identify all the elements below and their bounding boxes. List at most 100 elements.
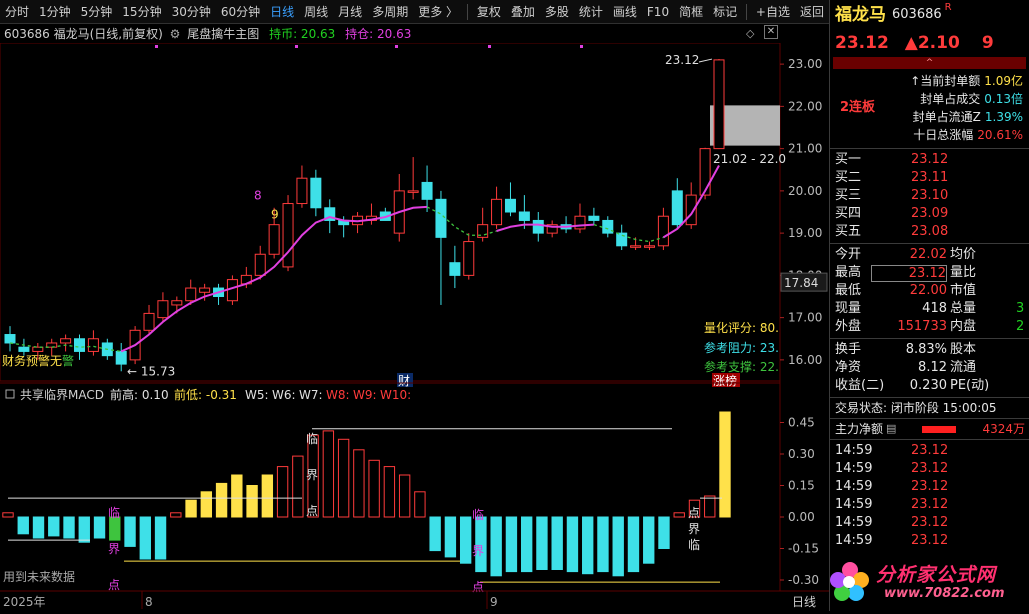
toolbar-btn-12[interactable]: 叠加 [506, 0, 540, 24]
sub-field: W7: [299, 388, 323, 402]
toolbar-btn-15[interactable]: 画线 [608, 0, 642, 24]
stat2-value: 8.12 [918, 360, 947, 375]
macd-bar [505, 516, 518, 573]
toolbar-btn-17[interactable]: 简框 [674, 0, 708, 24]
macd-bar [124, 516, 136, 547]
candle-body [532, 219, 544, 234]
toolbar-btn-2[interactable]: 5分钟 [76, 0, 118, 24]
close-icon[interactable]: ✕ [764, 25, 778, 39]
macd-bar [32, 516, 45, 539]
macd-bar [551, 516, 563, 570]
toolbar-btn-9[interactable]: 多周期 [367, 0, 413, 24]
count-label-8: 8 [254, 188, 262, 202]
collapse-bar[interactable]: ^ [833, 57, 1026, 69]
main-flow-bar [922, 425, 957, 433]
hold-pos-label: 持仓: 20.63 [345, 27, 412, 41]
bid-row: 买四 23.09 [830, 205, 1029, 223]
warning-label: 财务预警 [2, 353, 50, 368]
stock-title: 603686 福龙马(日线,前复权) [4, 27, 163, 41]
tick-time: 14:59 [835, 515, 873, 530]
sub-field: 前低: -0.31 [174, 387, 237, 402]
toolbar-btn-11[interactable]: 复权 [472, 0, 506, 24]
toolbar-btn-19[interactable]: +自选 [751, 0, 795, 24]
stat-value: 151733 [897, 319, 947, 334]
macd-bar [78, 516, 90, 543]
period-toolbar: 分时 1分钟 5分钟 15分钟 30分钟 60分钟 日线 周线 月线 多周期 更多 〉复权 叠加 多股统… [0, 0, 829, 24]
toolbar-btn-10[interactable]: 更多 〉 [413, 0, 463, 24]
stock-name: 福龙马 [835, 5, 886, 25]
watermark-logo: 分析家公式网 www.70822.com [826, 554, 1026, 611]
sub-field: W5: [245, 388, 269, 402]
future-data-note: 用到未来数据 [3, 569, 75, 584]
chart-svg[interactable]: 23.0022.0021.0020.0019.0018.0017.0016.00… [0, 42, 829, 611]
toolbar-btn-4[interactable]: 30分钟 [167, 0, 216, 24]
sub-settings-icon [5, 389, 15, 399]
tick-time: 14:59 [835, 461, 873, 476]
bid-row: 买二 23.11 [830, 169, 1029, 187]
tick-row: 14:59 23.12 [830, 460, 1029, 478]
signal-dot [395, 45, 398, 48]
indicator-name[interactable]: 尾盘擒牛主图 [187, 27, 259, 41]
toolbar-btn-14[interactable]: 统计 [574, 0, 608, 24]
toolbar-btn-8[interactable]: 月线 [333, 0, 367, 24]
macd-bar [414, 491, 426, 518]
stat2-label: 换手 [835, 342, 862, 357]
critical-char-right: 点 [688, 506, 700, 520]
candle-body [449, 262, 461, 276]
margin-tag: R [944, 2, 952, 13]
stat-value: 22.00 [909, 283, 947, 298]
macd-bar [429, 516, 441, 552]
metrics-list: ↑当前封单额 1.09亿 封单占成交 0.13倍 封单占流通Z 1.39% 十日总涨幅 20.… [910, 72, 1023, 144]
candle-body [588, 215, 600, 221]
time-label-year: 2025年 [3, 595, 46, 609]
macd-bar [231, 474, 243, 518]
cai-text: 财 [398, 374, 410, 388]
bid-row: 买五 23.08 [830, 223, 1029, 241]
zhangbang-text: 涨榜 [713, 373, 737, 388]
toolbar-btn-0[interactable]: 分时 [0, 0, 34, 24]
macd-bar [383, 466, 396, 518]
sub-tick-label: 0.45 [788, 416, 815, 430]
metric-row: 十日总涨幅 20.61% [910, 126, 1023, 144]
pct-change: 9 [981, 33, 994, 53]
hold-coin-label: 持币: 20.63 [269, 27, 336, 41]
price-tick-label: 21.00 [788, 142, 822, 156]
list-icon[interactable]: ▤ [886, 420, 896, 438]
stat2-value: 8.83% [905, 342, 947, 357]
bid-label: 买三 [835, 188, 862, 203]
stat2-label: 净资 [835, 360, 862, 375]
toolbar-btn-5[interactable]: 60分钟 [216, 0, 265, 24]
tick-row: 14:59 23.12 [830, 478, 1029, 496]
support-label: 参考支撑: 22. [704, 359, 779, 374]
toolbar-btn-3[interactable]: 15分钟 [117, 0, 166, 24]
candle-body [185, 287, 197, 302]
toolbar-btn-13[interactable]: 多股 [540, 0, 574, 24]
critical-char: 临 [108, 506, 120, 520]
toolbar-btn-20[interactable]: 返回 [795, 0, 829, 24]
candle-body [18, 346, 30, 352]
score-label: 量化评分: 80. [704, 321, 779, 335]
count-label-9: 9 [271, 207, 279, 221]
toolbar-btn-7[interactable]: 周线 [299, 0, 333, 24]
chart-area[interactable]: 23.0022.0021.0020.0019.0018.0017.0016.00… [0, 42, 829, 611]
candle-body [574, 215, 586, 230]
candle-body [407, 190, 419, 193]
macd-bar [719, 411, 731, 518]
toolbar-btn-18[interactable]: 标记 [708, 0, 742, 24]
toolbar-btn-6[interactable]: 日线 [265, 0, 299, 24]
candle-body [310, 177, 322, 209]
bid-price: 23.08 [911, 224, 949, 239]
toolbar-btn-16[interactable]: F10 [642, 0, 674, 24]
candle-body [602, 219, 614, 234]
macd-bar [246, 485, 258, 518]
macd-bar [658, 516, 670, 549]
macd-bar [17, 516, 29, 535]
tick-row: 14:59 23.12 [830, 496, 1029, 514]
toolbar-btn-1[interactable]: 1分钟 [34, 0, 76, 24]
diamond-icon[interactable]: ◇ [746, 27, 754, 40]
critical-char: 临 [472, 508, 484, 522]
tick-price: 23.12 [911, 497, 949, 512]
candle-body [115, 350, 127, 365]
gear-icon[interactable]: ⚙ [170, 27, 181, 41]
critical-char-right: 临 [688, 538, 700, 552]
